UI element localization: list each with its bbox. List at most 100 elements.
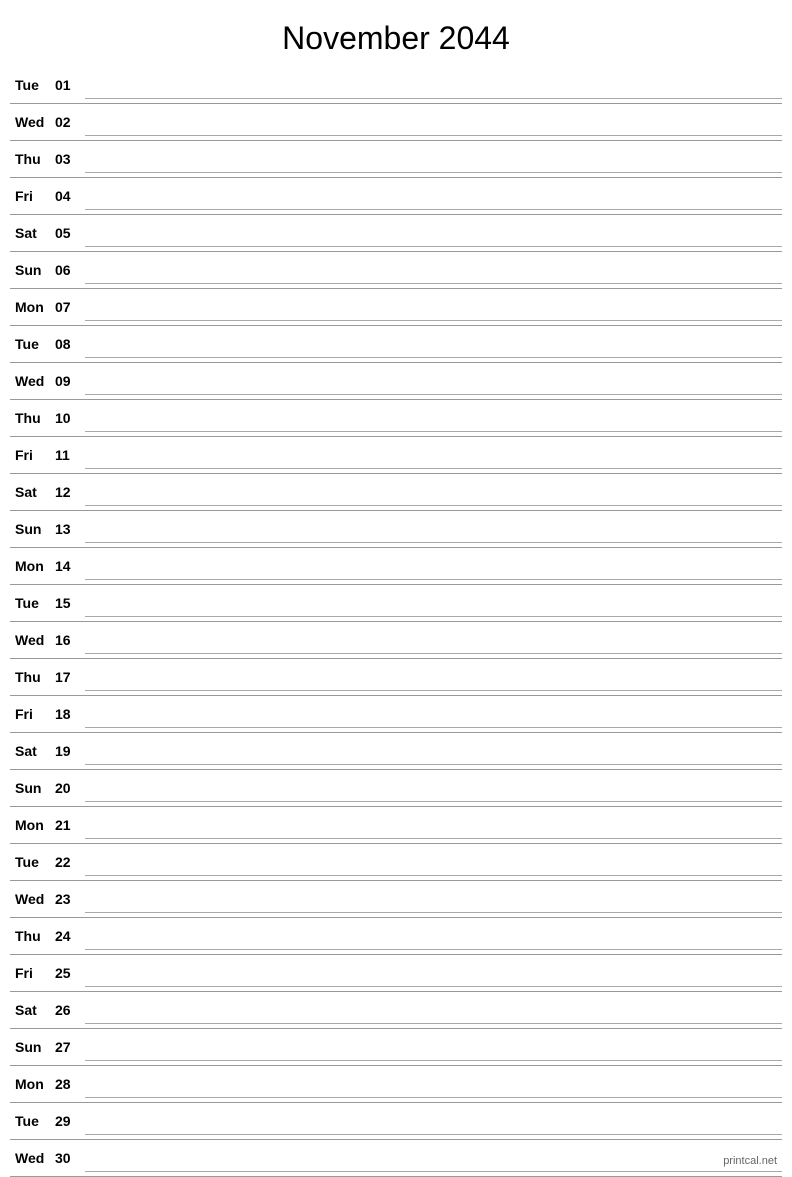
day-number: 25: [55, 965, 85, 981]
day-row: Tue08: [10, 326, 782, 363]
day-name: Sat: [10, 484, 55, 500]
day-row: Sun13: [10, 511, 782, 548]
write-line: [85, 751, 782, 765]
day-name: Sun: [10, 521, 55, 537]
day-lines: [85, 1070, 782, 1098]
day-lines: [85, 1144, 782, 1172]
day-lines: [85, 663, 782, 691]
write-line: [85, 233, 782, 247]
day-number: 08: [55, 336, 85, 352]
write-line: [85, 418, 782, 432]
day-row: Mon07: [10, 289, 782, 326]
day-name: Sun: [10, 1039, 55, 1055]
day-row: Tue29: [10, 1103, 782, 1140]
day-number: 10: [55, 410, 85, 426]
day-number: 17: [55, 669, 85, 685]
day-name: Fri: [10, 447, 55, 463]
day-number: 09: [55, 373, 85, 389]
day-row: Sun06: [10, 252, 782, 289]
write-line: [85, 159, 782, 173]
day-name: Fri: [10, 706, 55, 722]
write-line: [85, 307, 782, 321]
day-lines: [85, 404, 782, 432]
write-line: [85, 566, 782, 580]
day-lines: [85, 626, 782, 654]
page-title: November 2044: [0, 0, 792, 67]
footer-label: printcal.net: [723, 1155, 777, 1167]
day-name: Tue: [10, 595, 55, 611]
day-row: Thu10: [10, 400, 782, 437]
day-lines: [85, 811, 782, 839]
day-name: Tue: [10, 854, 55, 870]
day-name: Wed: [10, 114, 55, 130]
day-name: Fri: [10, 188, 55, 204]
day-number: 06: [55, 262, 85, 278]
day-row: Sat12: [10, 474, 782, 511]
day-name: Thu: [10, 151, 55, 167]
day-name: Mon: [10, 1076, 55, 1092]
day-row: Sat26: [10, 992, 782, 1029]
day-number: 18: [55, 706, 85, 722]
day-row: Wed02: [10, 104, 782, 141]
day-name: Thu: [10, 410, 55, 426]
day-name: Mon: [10, 558, 55, 574]
day-lines: [85, 71, 782, 99]
day-number: 19: [55, 743, 85, 759]
day-row: Fri25: [10, 955, 782, 992]
write-line: [85, 1121, 782, 1135]
day-lines: [85, 145, 782, 173]
day-lines: [85, 515, 782, 543]
write-line: [85, 381, 782, 395]
day-lines: [85, 330, 782, 358]
day-number: 14: [55, 558, 85, 574]
day-lines: [85, 256, 782, 284]
day-row: Wed30: [10, 1140, 782, 1177]
day-number: 15: [55, 595, 85, 611]
day-name: Tue: [10, 336, 55, 352]
day-row: Tue15: [10, 585, 782, 622]
write-line: [85, 936, 782, 950]
day-row: Sun27: [10, 1029, 782, 1066]
day-name: Sat: [10, 743, 55, 759]
day-number: 23: [55, 891, 85, 907]
write-line: [85, 973, 782, 987]
day-name: Mon: [10, 817, 55, 833]
day-row: Thu24: [10, 918, 782, 955]
day-row: Sat19: [10, 733, 782, 770]
day-number: 29: [55, 1113, 85, 1129]
write-line: [85, 640, 782, 654]
day-lines: [85, 959, 782, 987]
day-row: Mon28: [10, 1066, 782, 1103]
day-number: 30: [55, 1150, 85, 1166]
day-number: 26: [55, 1002, 85, 1018]
day-name: Mon: [10, 299, 55, 315]
day-row: Sat05: [10, 215, 782, 252]
day-lines: [85, 182, 782, 210]
day-row: Mon14: [10, 548, 782, 585]
day-lines: [85, 1033, 782, 1061]
day-row: Wed09: [10, 363, 782, 400]
day-lines: [85, 996, 782, 1024]
write-line: [85, 1084, 782, 1098]
day-row: Tue22: [10, 844, 782, 881]
write-line: [85, 529, 782, 543]
day-lines: [85, 552, 782, 580]
day-number: 04: [55, 188, 85, 204]
day-name: Fri: [10, 965, 55, 981]
day-name: Thu: [10, 669, 55, 685]
day-row: Wed23: [10, 881, 782, 918]
day-number: 07: [55, 299, 85, 315]
day-lines: [85, 478, 782, 506]
write-line: [85, 196, 782, 210]
write-line: [85, 85, 782, 99]
day-number: 01: [55, 77, 85, 93]
day-name: Sun: [10, 262, 55, 278]
day-number: 20: [55, 780, 85, 796]
day-lines: [85, 922, 782, 950]
day-row: Fri18: [10, 696, 782, 733]
day-name: Wed: [10, 891, 55, 907]
day-name: Tue: [10, 1113, 55, 1129]
day-name: Sat: [10, 225, 55, 241]
day-name: Thu: [10, 928, 55, 944]
write-line: [85, 344, 782, 358]
